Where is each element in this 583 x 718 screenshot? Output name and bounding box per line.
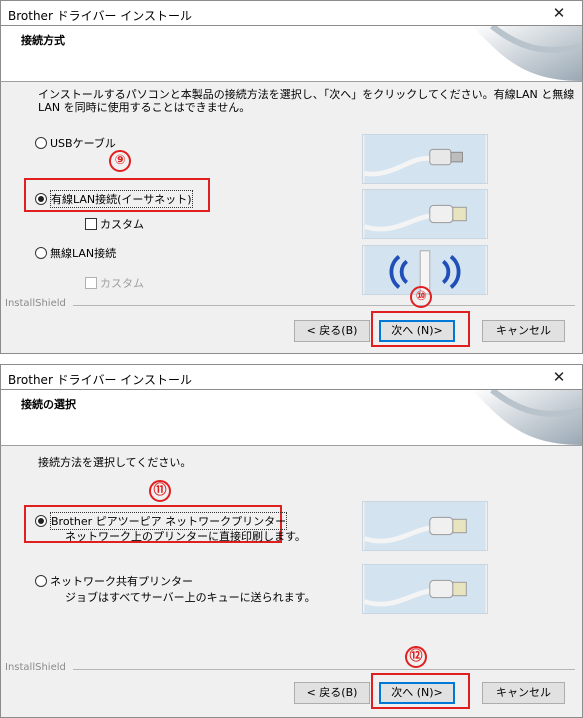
lan-cable-image: [362, 189, 488, 239]
header-decoration-graphic: [472, 390, 582, 445]
radio-usb[interactable]: USBケーブル: [35, 135, 116, 151]
checkbox-custom-wireless: カスタム: [85, 275, 144, 291]
page-title: 接続の選択: [21, 398, 76, 411]
dialog-header: 接続の選択: [0, 390, 583, 446]
checkbox[interactable]: [85, 218, 97, 230]
lan-cable-image: [362, 501, 488, 551]
close-icon[interactable]: ✕: [544, 2, 574, 24]
radio-wired-lan[interactable]: 有線LAN接続(イーサネット): [35, 190, 193, 208]
lan-cable-image: [362, 564, 488, 614]
option-description: ジョブはすべてサーバー上のキューに送られます。: [65, 591, 316, 604]
radio-label: USBケーブル: [50, 137, 116, 150]
title-bar: Brother ドライバー インストール ✕: [0, 364, 583, 390]
checkbox-custom-wired[interactable]: カスタム: [85, 216, 144, 232]
radio-button-selected[interactable]: [35, 515, 47, 527]
window-title: Brother ドライバー インストール: [8, 9, 193, 23]
annotation-number-12: ⑫: [405, 646, 427, 668]
radio-button[interactable]: [35, 137, 47, 149]
radio-label: 無線LAN接続: [50, 247, 117, 260]
cancel-button[interactable]: キャンセル: [482, 320, 565, 342]
close-icon[interactable]: ✕: [544, 366, 574, 388]
dialog-body: インストールするパソコンと本製品の接続方法を選択し、「次へ」をクリックしてくださ…: [0, 82, 583, 354]
option-description: ネットワーク上のプリンターに直接印刷します。: [65, 530, 306, 543]
dialog-header: 接続方式: [0, 26, 583, 82]
checkbox-label: カスタム: [100, 277, 144, 290]
installshield-label: InstallShield: [5, 298, 66, 309]
description-line-1: インストールするパソコンと本製品の接続方法を選択し、「次へ」をクリックしてくださ…: [38, 88, 575, 101]
radio-label: 有線LAN接続(イーサネット): [50, 190, 193, 208]
radio-shared-printer[interactable]: ネットワーク共有プリンター: [35, 573, 193, 589]
description: 接続方法を選択してください。: [38, 456, 192, 469]
description-line-2: LAN を同時に使用することはできません。: [38, 101, 251, 114]
usb-cable-image: [362, 134, 488, 184]
checkbox: [85, 277, 97, 289]
installshield-label: InstallShield: [5, 662, 66, 673]
annotation-number-9: ⑨: [109, 150, 131, 172]
next-button[interactable]: 次へ (N)>: [379, 320, 455, 342]
dialog-body: 接続方法を選択してください。 ⑪ Brother ピアツーピア ネットワークプリ…: [0, 446, 583, 718]
window-title: Brother ドライバー インストール: [8, 373, 193, 387]
cancel-button[interactable]: キャンセル: [482, 682, 565, 704]
radio-button[interactable]: [35, 575, 47, 587]
radio-label: ネットワーク共有プリンター: [50, 575, 193, 588]
separator: [73, 305, 575, 306]
description: インストールするパソコンと本製品の接続方法を選択し、「次へ」をクリックしてくださ…: [38, 88, 574, 114]
radio-button-selected[interactable]: [35, 193, 47, 205]
page-title: 接続方式: [21, 34, 65, 47]
header-decoration-graphic: [472, 26, 582, 81]
back-button[interactable]: < 戻る(B): [294, 682, 370, 704]
dialog-connection-select: Brother ドライバー インストール ✕ 接続の選択 接続方法を選択してくだ…: [0, 364, 583, 718]
next-button[interactable]: 次へ (N)>: [379, 682, 455, 704]
annotation-number-11: ⑪: [149, 480, 171, 502]
title-bar: Brother ドライバー インストール ✕: [0, 0, 583, 26]
radio-button[interactable]: [35, 247, 47, 259]
annotation-number-10: ⑩: [410, 286, 432, 308]
radio-wireless-lan[interactable]: 無線LAN接続: [35, 245, 116, 261]
back-button[interactable]: < 戻る(B): [294, 320, 370, 342]
checkbox-label: カスタム: [100, 218, 144, 231]
separator: [73, 669, 575, 670]
dialog-connection-type: Brother ドライバー インストール ✕ 接続方式 インストールするパソコン…: [0, 0, 583, 354]
